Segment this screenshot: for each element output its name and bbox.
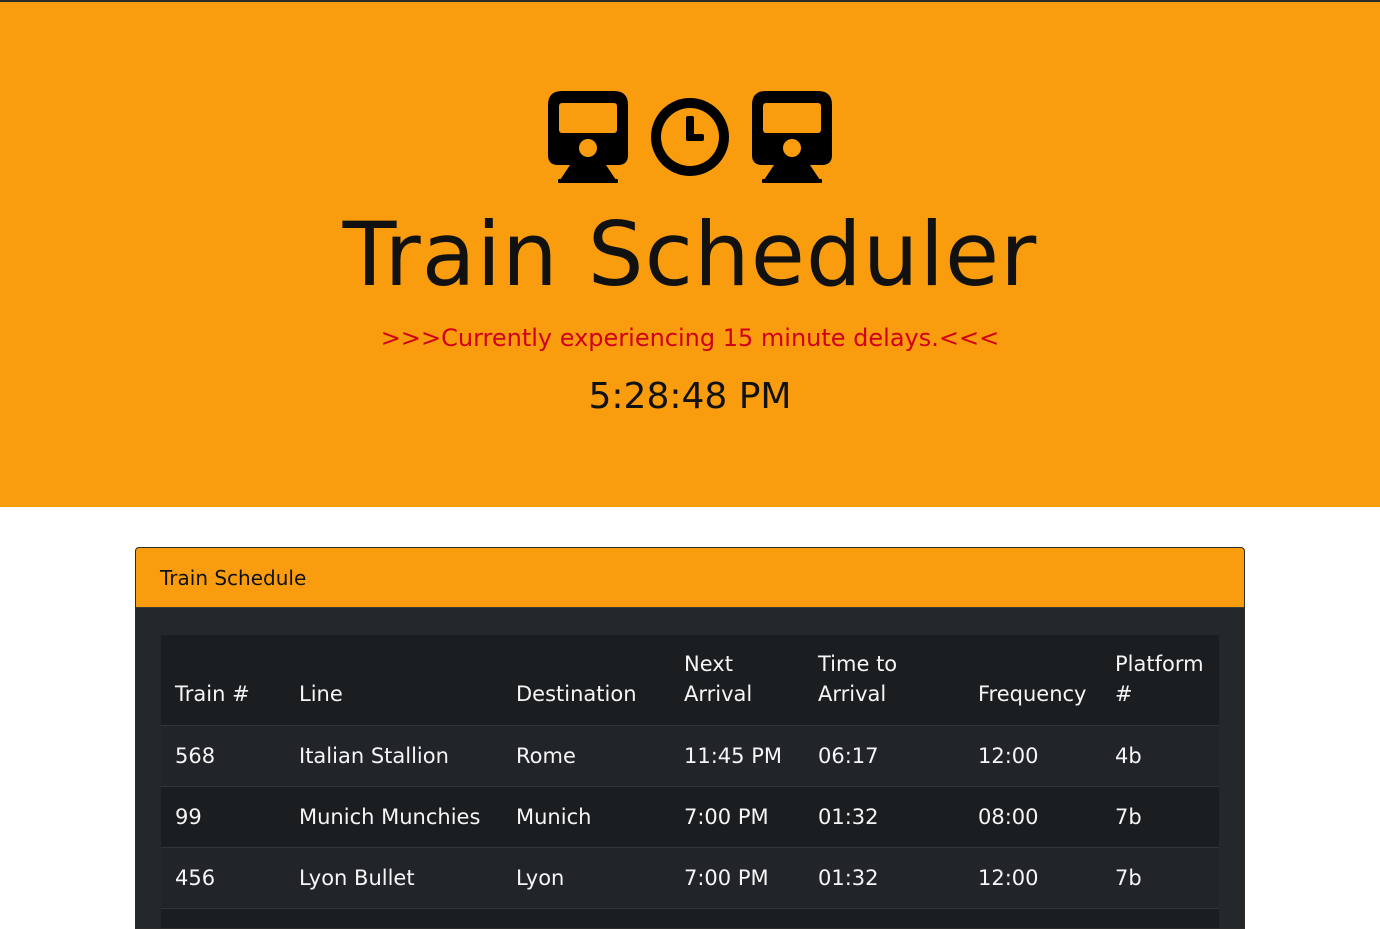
column-header-next-arrival: Next Arrival: [670, 635, 804, 725]
hero-banner: Train Scheduler >>>Currently experiencin…: [0, 2, 1380, 507]
current-time: 5:28:48 PM: [588, 376, 792, 417]
cell-platform: 7b: [1101, 846, 1219, 908]
table-row: [161, 907, 1219, 928]
cell-next-arrival: [670, 907, 804, 928]
cell-line: Lyon Bullet: [285, 846, 502, 908]
cell-train: 456: [161, 846, 285, 908]
table-body: 568 Italian Stallion Rome 11:45 PM 06:17…: [161, 724, 1219, 928]
train-icon: [752, 91, 832, 183]
cell-line: Italian Stallion: [285, 724, 502, 786]
column-header-time-to-arrival: Time to Arrival: [804, 635, 964, 725]
cell-train: 568: [161, 724, 285, 786]
cell-next-arrival: 7:00 PM: [670, 846, 804, 908]
column-header-line: Line: [285, 635, 502, 725]
cell-train: 99: [161, 785, 285, 847]
header-row: Train # Line Destination Next Arrival Tim…: [161, 635, 1219, 725]
cell-destination: Lyon: [502, 846, 670, 908]
cell-frequency: [964, 907, 1101, 928]
table-row: 456 Lyon Bullet Lyon 7:00 PM 01:32 12:00…: [161, 846, 1219, 908]
cell-platform: [1101, 907, 1219, 928]
cell-platform: 7b: [1101, 785, 1219, 847]
column-header-train: Train #: [161, 635, 285, 725]
cell-destination: [502, 907, 670, 928]
table-header: Train # Line Destination Next Arrival Tim…: [161, 635, 1219, 725]
panel-header: Train Schedule: [136, 548, 1244, 608]
cell-time-to-arrival: 01:32: [804, 785, 964, 847]
table-row: 568 Italian Stallion Rome 11:45 PM 06:17…: [161, 724, 1219, 786]
schedule-table-wrapper: Train # Line Destination Next Arrival Tim…: [161, 635, 1219, 928]
cell-destination: Rome: [502, 724, 670, 786]
table-row: 99 Munich Munchies Munich 7:00 PM 01:32 …: [161, 785, 1219, 847]
cell-next-arrival: 11:45 PM: [670, 724, 804, 786]
cell-destination: Munich: [502, 785, 670, 847]
cell-train: [161, 907, 285, 928]
page-title: Train Scheduler: [342, 203, 1038, 306]
cell-line: [285, 907, 502, 928]
schedule-table: Train # Line Destination Next Arrival Tim…: [161, 635, 1219, 928]
hero-icons: [0, 91, 1380, 183]
column-header-destination: Destination: [502, 635, 670, 725]
cell-time-to-arrival: [804, 907, 964, 928]
cell-time-to-arrival: 01:32: [804, 846, 964, 908]
cell-time-to-arrival: 06:17: [804, 724, 964, 786]
column-header-platform: Platform #: [1101, 635, 1219, 725]
cell-next-arrival: 7:00 PM: [670, 785, 804, 847]
cell-frequency: 12:00: [964, 846, 1101, 908]
cell-frequency: 12:00: [964, 724, 1101, 786]
train-schedule-panel: Train Schedule Train # Line Destination …: [135, 547, 1245, 929]
clock-icon: [650, 91, 730, 177]
cell-platform: 4b: [1101, 724, 1219, 786]
train-icon: [548, 91, 628, 183]
column-header-frequency: Frequency: [964, 635, 1101, 725]
cell-frequency: 08:00: [964, 785, 1101, 847]
panel-title: Train Schedule: [160, 565, 307, 590]
delay-notice: >>>Currently experiencing 15 minute dela…: [380, 324, 1000, 352]
cell-line: Munich Munchies: [285, 785, 502, 847]
